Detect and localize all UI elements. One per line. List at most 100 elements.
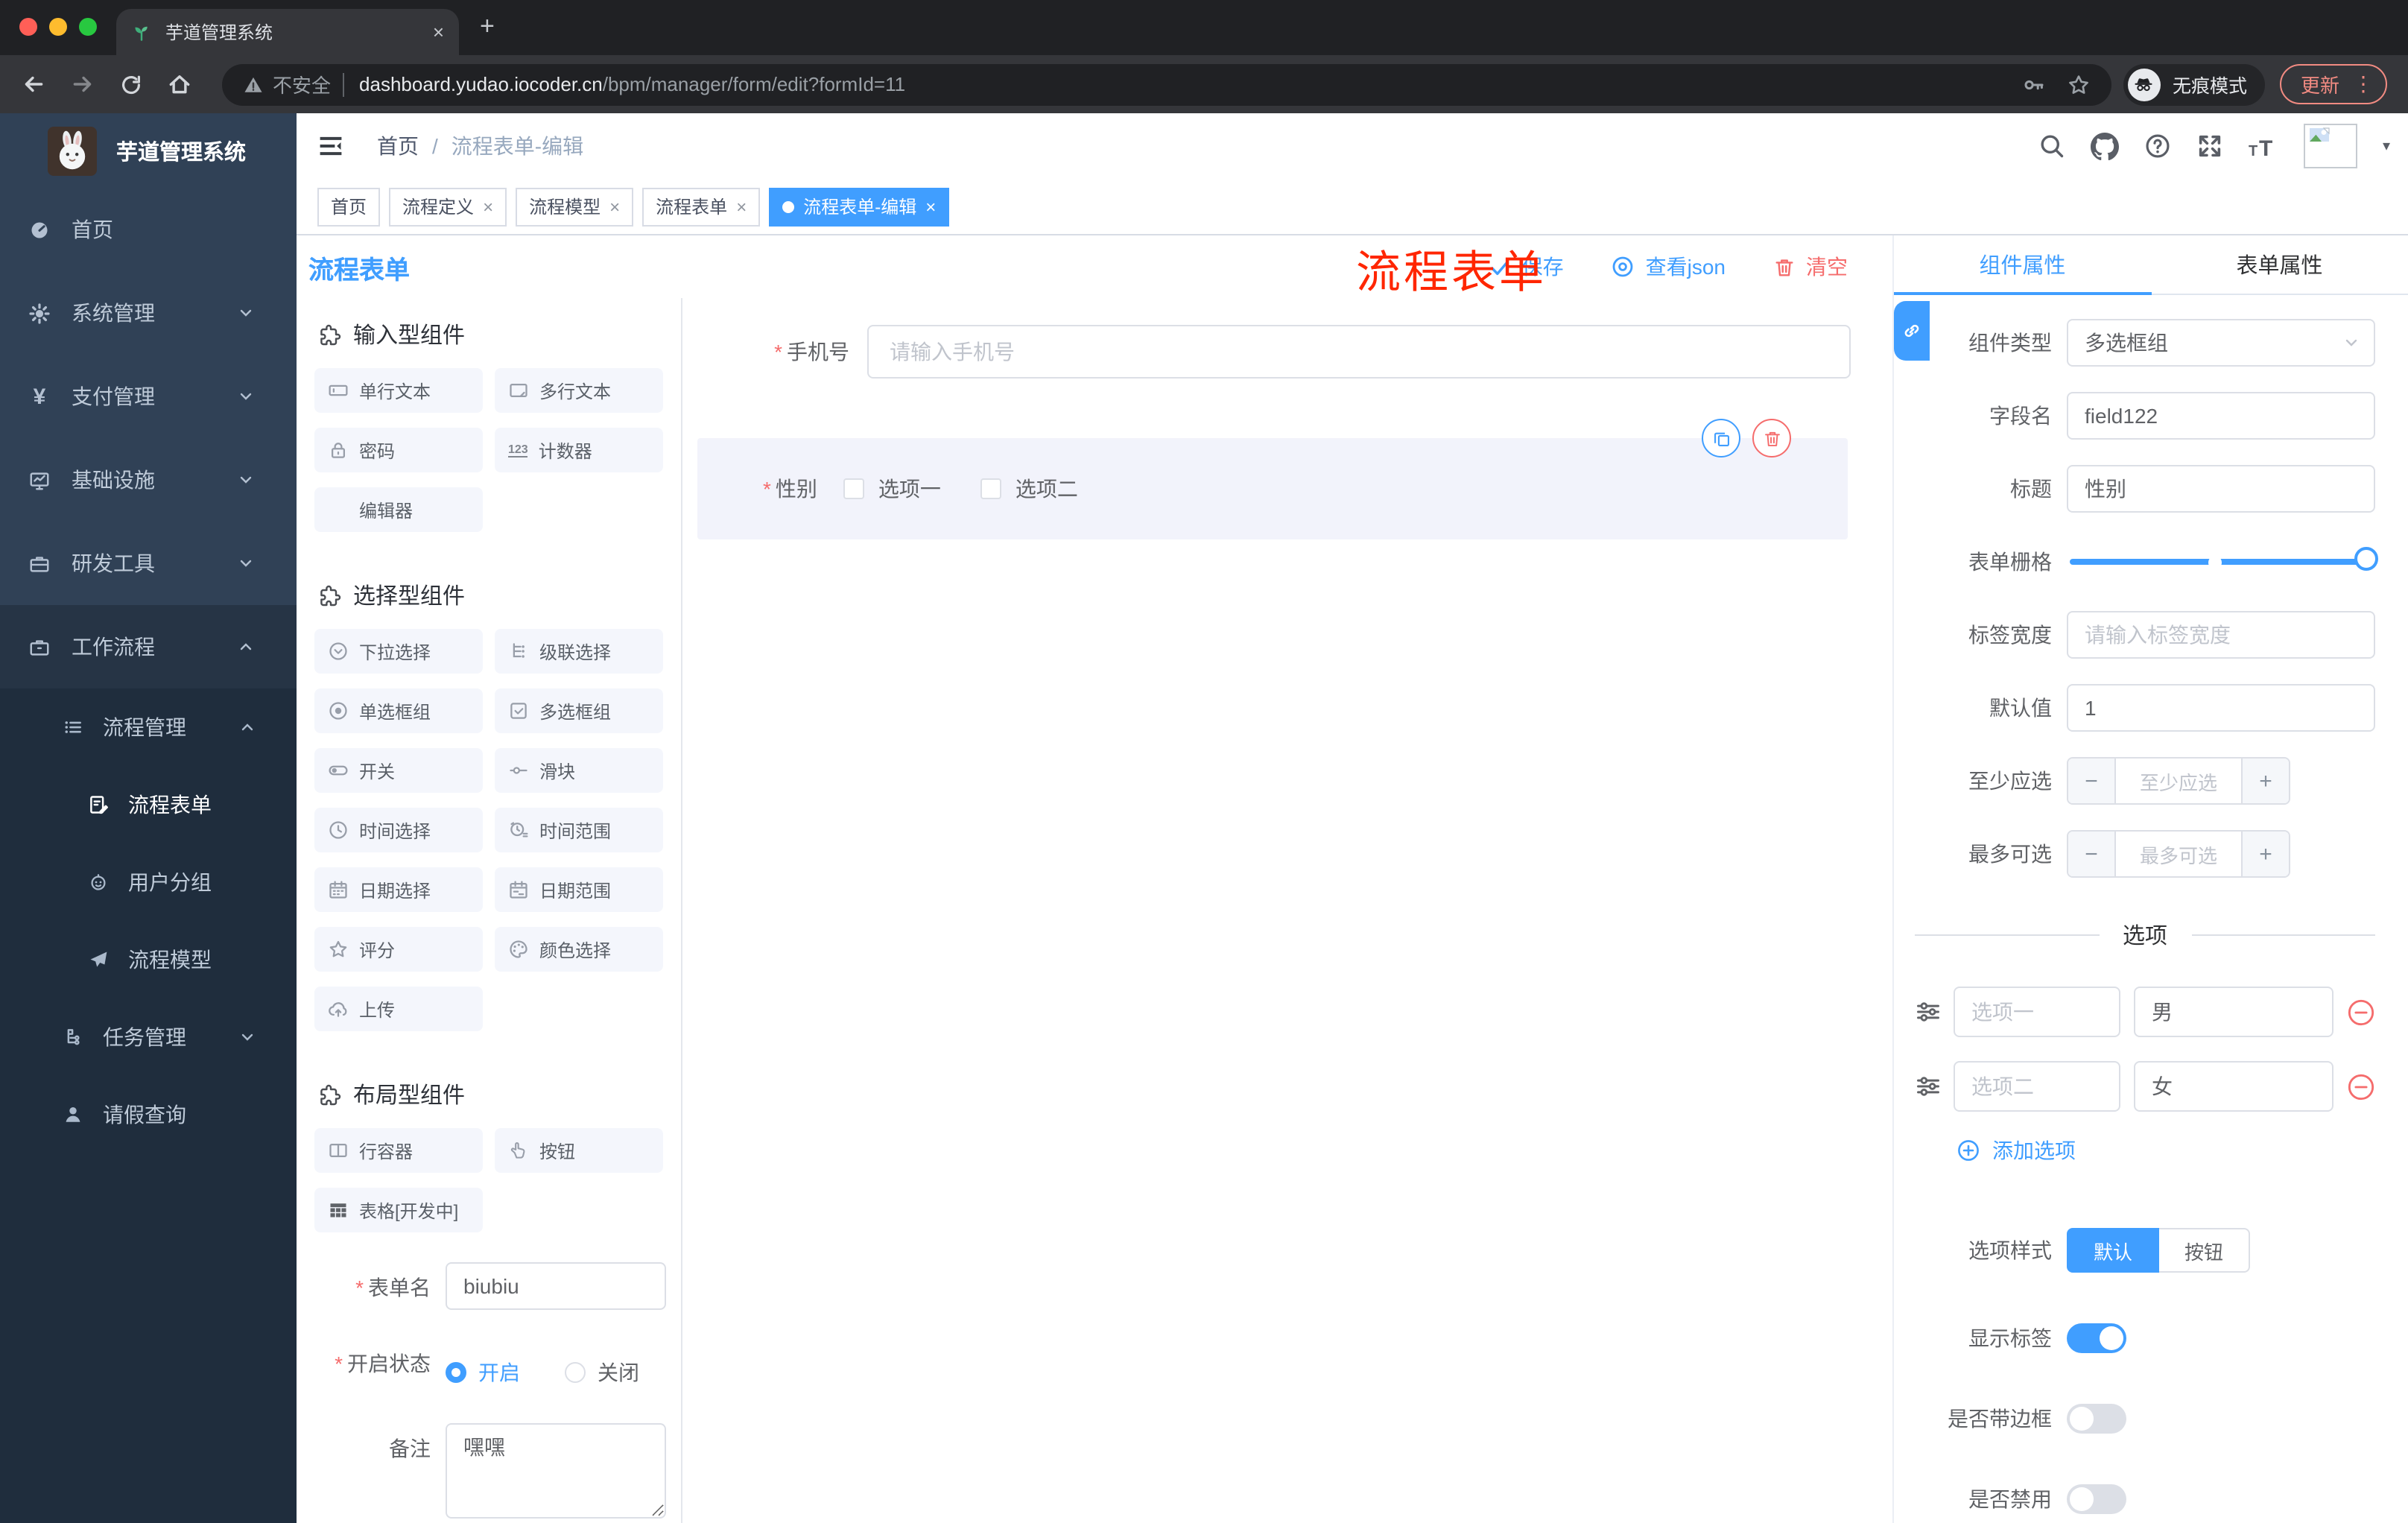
remark-textarea[interactable]: 嘿嘿 — [446, 1423, 666, 1519]
page-tab-process-definition[interactable]: 流程定义 × — [389, 187, 507, 226]
sidebar-item-leave-query[interactable]: 请假查询 — [0, 1076, 297, 1153]
selected-component-gender[interactable]: * 性别 选项一 选项二 — [697, 419, 1848, 539]
disabled-switch[interactable] — [2067, 1484, 2126, 1514]
component-chip-password[interactable]: 密码 — [314, 428, 483, 472]
remove-option-icon[interactable] — [2347, 1072, 2375, 1101]
phone-field-row[interactable]: * 手机号 — [682, 325, 1892, 379]
drag-handle-icon[interactable] — [1915, 1073, 1942, 1100]
component-chip-checkbox-group[interactable]: 多选框组 — [495, 688, 663, 733]
component-chip-button[interactable]: 按钮 — [495, 1128, 663, 1173]
maximize-window-button[interactable] — [79, 18, 97, 36]
with-border-switch[interactable] — [2067, 1404, 2126, 1434]
gender-checkbox-option1[interactable]: 选项一 — [843, 474, 941, 504]
component-chip-single-line-text[interactable]: 单行文本 — [314, 368, 483, 413]
password-key-icon[interactable] — [2022, 72, 2046, 96]
home-icon[interactable] — [167, 72, 192, 97]
component-chip-slider[interactable]: 滑块 — [495, 748, 663, 793]
component-type-select[interactable]: 多选框组 — [2067, 319, 2375, 367]
grid-slider[interactable] — [2070, 547, 2378, 571]
component-chip-time-picker[interactable]: 时间选择 — [314, 808, 483, 852]
stepper-increase-button[interactable]: + — [2241, 832, 2289, 876]
url-path[interactable]: /bpm/manager/form/edit?formId=11 — [603, 73, 2022, 95]
title-input[interactable] — [2067, 465, 2375, 513]
url-domain[interactable]: dashboard.yudao.iocoder.cn — [359, 73, 603, 95]
min-select-value[interactable]: 至少应选 — [2116, 759, 2241, 803]
checkbox-box[interactable] — [980, 478, 1002, 499]
bookmark-star-icon[interactable] — [2067, 72, 2091, 96]
option1-label-input[interactable] — [1954, 987, 2120, 1037]
delete-component-button[interactable] — [1752, 419, 1791, 457]
add-option-button[interactable]: 添加选项 — [1956, 1136, 2375, 1165]
style-default-button[interactable]: 默认 — [2067, 1228, 2160, 1273]
field-name-input[interactable] — [2067, 392, 2375, 440]
component-chip-cascader[interactable]: 级联选择 — [495, 629, 663, 674]
font-size-icon[interactable]: TT — [2249, 133, 2278, 159]
avatar[interactable] — [2303, 124, 2357, 168]
remove-option-icon[interactable] — [2347, 998, 2375, 1026]
style-button-button[interactable]: 按钮 — [2159, 1228, 2251, 1273]
close-icon[interactable]: × — [609, 196, 620, 217]
tab-close-icon[interactable]: × — [433, 22, 444, 42]
page-tab-process-form[interactable]: 流程表单 × — [642, 187, 761, 226]
update-label[interactable]: 更新 — [2301, 70, 2339, 98]
close-icon[interactable]: × — [483, 196, 493, 217]
sidebar-item-system[interactable]: 系统管理 — [0, 271, 297, 355]
fullscreen-icon[interactable] — [2196, 133, 2223, 159]
option2-label-input[interactable] — [1954, 1061, 2120, 1112]
stepper-increase-button[interactable]: + — [2241, 759, 2289, 803]
reload-icon[interactable] — [119, 72, 143, 96]
component-chip-color-picker[interactable]: 颜色选择 — [495, 927, 663, 972]
sidebar-item-devtools[interactable]: 研发工具 — [0, 522, 297, 605]
window-controls[interactable] — [19, 18, 97, 36]
slider-handle[interactable] — [2354, 547, 2378, 571]
drag-handle-icon[interactable] — [1915, 998, 1942, 1025]
browser-update-button[interactable]: 更新 ⋮ — [2279, 64, 2387, 104]
sidebar-item-payment[interactable]: ¥ 支付管理 — [0, 355, 297, 438]
sidebar-item-process-management[interactable]: 流程管理 — [0, 688, 297, 766]
status-radio-on[interactable]: 开启 — [446, 1358, 520, 1387]
close-window-button[interactable] — [19, 18, 37, 36]
page-tab-process-form-edit[interactable]: 流程表单-编辑 × — [769, 187, 950, 226]
component-chip-radio-group[interactable]: 单选框组 — [314, 688, 483, 733]
sidebar-item-user-groups[interactable]: 用户分组 — [0, 843, 297, 921]
browser-menu-icon[interactable]: ⋮ — [2353, 72, 2374, 97]
component-chip-switch[interactable]: 开关 — [314, 748, 483, 793]
sidebar-item-task-management[interactable]: 任务管理 — [0, 998, 297, 1076]
component-chip-table[interactable]: 表格[开发中] — [314, 1188, 483, 1232]
help-icon[interactable] — [2144, 133, 2171, 159]
back-icon[interactable] — [21, 72, 46, 97]
security-label[interactable]: 不安全 — [273, 70, 331, 98]
forward-icon[interactable] — [70, 72, 95, 97]
stepper-decrease-button[interactable]: − — [2068, 832, 2116, 876]
tab-form-props[interactable]: 表单属性 — [2151, 235, 2408, 294]
copy-component-button[interactable] — [1702, 419, 1740, 457]
page-tab-process-model[interactable]: 流程模型 × — [516, 187, 634, 226]
component-chip-upload[interactable]: 上传 — [314, 987, 483, 1031]
form-name-input[interactable] — [446, 1262, 666, 1310]
component-chip-select[interactable]: 下拉选择 — [314, 629, 483, 674]
component-chip-date-range[interactable]: 日期范围 — [495, 867, 663, 912]
default-value-input[interactable] — [2067, 684, 2375, 732]
phone-input[interactable] — [867, 325, 1851, 379]
component-chip-editor[interactable]: 编辑器 — [314, 487, 483, 532]
gender-checkbox-option2[interactable]: 选项二 — [980, 474, 1078, 504]
github-icon[interactable] — [2090, 132, 2119, 160]
browser-tab[interactable]: 芋道管理系统 × — [116, 9, 459, 55]
breadcrumb-home[interactable]: 首页 — [377, 131, 419, 161]
app-logo-row[interactable]: 芋道管理系统 — [0, 113, 297, 188]
clear-button[interactable]: 清空 — [1773, 252, 1848, 282]
sidebar-item-workflow[interactable]: 工作流程 — [0, 605, 297, 688]
sidebar-item-process-form[interactable]: 流程表单 — [0, 766, 297, 843]
not-secure-warning-icon[interactable] — [243, 74, 264, 95]
show-label-switch[interactable] — [2067, 1323, 2126, 1353]
page-tab-home[interactable]: 首页 — [317, 187, 381, 226]
label-width-input[interactable] — [2067, 611, 2375, 659]
address-bar[interactable]: 不安全 dashboard.yudao.iocoder.cn /bpm/mana… — [222, 63, 2111, 105]
component-chip-date-picker[interactable]: 日期选择 — [314, 867, 483, 912]
option2-value-input[interactable] — [2134, 1061, 2333, 1112]
sidebar-item-infrastructure[interactable]: 基础设施 — [0, 438, 297, 522]
option1-value-input[interactable] — [2134, 987, 2333, 1037]
checkbox-box[interactable] — [843, 478, 865, 499]
component-chip-rate[interactable]: 评分 — [314, 927, 483, 972]
stepper-decrease-button[interactable]: − — [2068, 759, 2116, 803]
